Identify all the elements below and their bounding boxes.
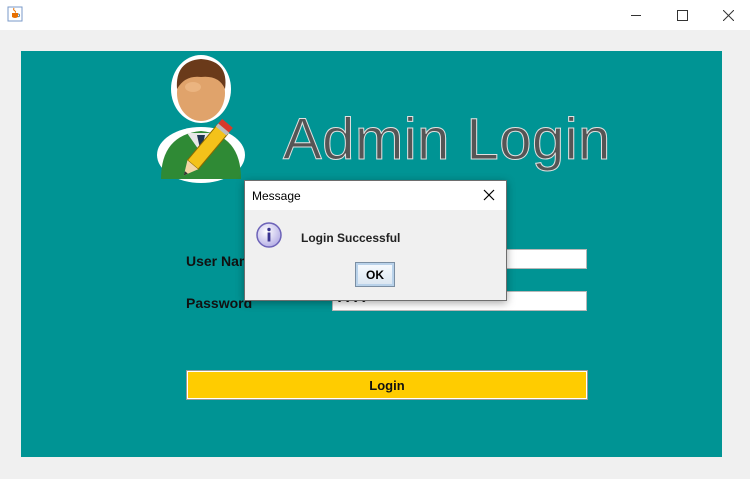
dialog-title: Message <box>252 189 301 203</box>
close-icon <box>722 9 734 21</box>
dialog-titlebar: Message <box>245 181 506 210</box>
window-titlebar <box>0 0 750 30</box>
login-button[interactable]: Login <box>186 370 588 400</box>
page-title: Admin Login <box>283 107 611 172</box>
dialog-message: Login Successful <box>301 231 401 245</box>
maximize-icon <box>676 9 688 21</box>
java-coffee-icon <box>7 6 23 22</box>
password-label: Password <box>186 295 253 311</box>
minimize-icon <box>630 14 641 16</box>
close-button[interactable] <box>705 0 750 30</box>
maximize-button[interactable] <box>659 0 705 30</box>
admin-user-pencil-icon <box>157 55 245 183</box>
ok-button[interactable]: OK <box>355 262 395 287</box>
minimize-button[interactable] <box>613 0 659 30</box>
message-dialog: Message Login Successful OK <box>244 180 507 301</box>
info-icon <box>256 222 282 248</box>
close-icon[interactable] <box>481 187 497 203</box>
